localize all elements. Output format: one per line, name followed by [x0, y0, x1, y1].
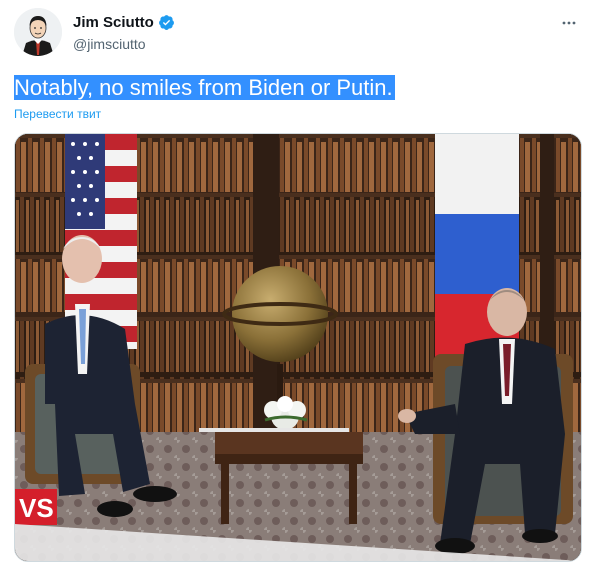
tweet-text-selected: Notably, no smiles from Biden or Putin. [14, 75, 395, 100]
more-options-icon[interactable] [560, 14, 578, 32]
avatar[interactable] [14, 8, 62, 56]
photo-biden-putin-meeting: VS [15, 134, 581, 561]
translate-tweet-link[interactable]: Перевести твит [14, 107, 101, 121]
tweet-header: Jim Sciutto @jimsciutto [14, 8, 580, 58]
tweet-text: Notably, no smiles from Biden or Putin. [14, 74, 395, 102]
name-row: Jim Sciutto [73, 14, 175, 31]
user-handle[interactable]: @jimsciutto [73, 36, 146, 52]
display-name[interactable]: Jim Sciutto [73, 14, 154, 31]
verified-badge-icon [158, 15, 174, 30]
broadcast-logo-text: VS [19, 493, 54, 523]
avatar-illustration [14, 8, 62, 56]
tweet-card: Jim Sciutto @jimsciutto Notably, no smil… [0, 0, 591, 574]
tweet-photo[interactable]: VS [14, 133, 582, 562]
